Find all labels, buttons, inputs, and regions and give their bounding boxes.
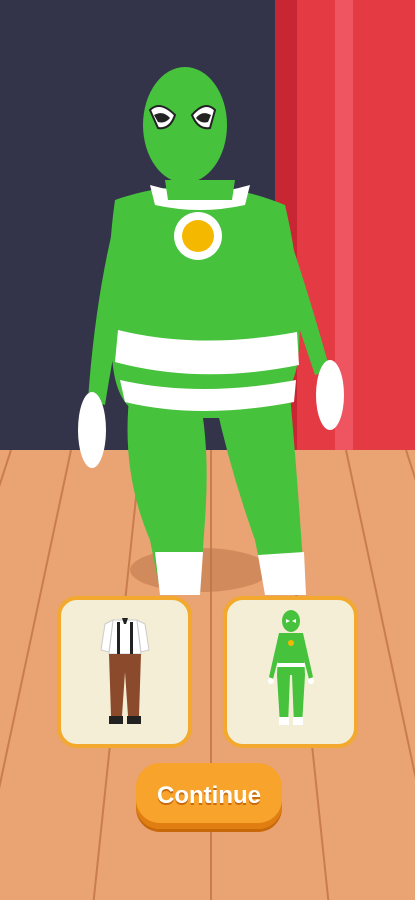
green-hero-suit-icon: [267, 610, 314, 725]
suspenders-outfit-icon: [99, 618, 150, 724]
game-scene: Continue: [0, 0, 415, 900]
continue-button[interactable]: Continue: [136, 763, 282, 829]
outfit-card-suspenders[interactable]: [57, 596, 192, 748]
outfit-choices: [0, 596, 415, 756]
continue-button-label: Continue: [157, 782, 261, 809]
outfit-card-green-suit[interactable]: [223, 596, 358, 748]
